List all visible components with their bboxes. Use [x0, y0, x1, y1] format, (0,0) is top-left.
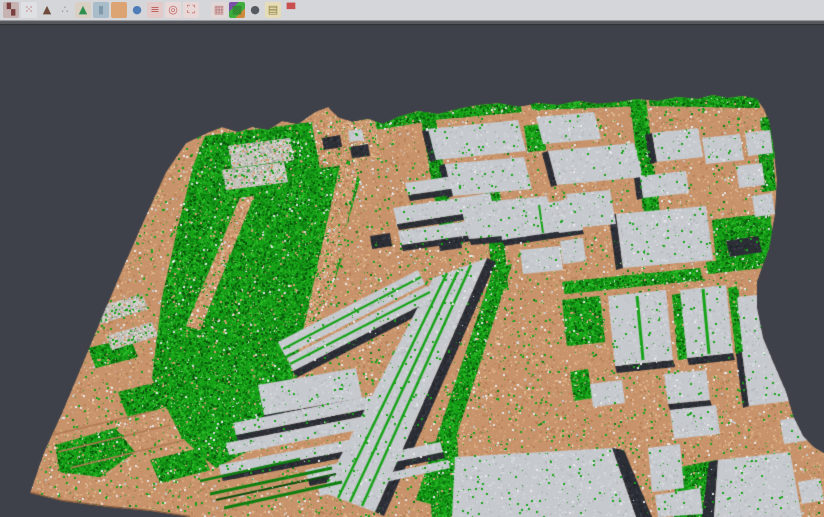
mountain-icon[interactable]: ▲ — [39, 2, 55, 18]
import-cloud-icon[interactable]: ▚ — [3, 2, 19, 18]
sphere-icon-glyph: ● — [247, 2, 263, 18]
measure-icon-glyph: ▤ — [265, 2, 281, 18]
globe-icon[interactable]: ● — [129, 2, 145, 18]
ortho-image-icon-glyph — [111, 2, 127, 18]
classification-icon[interactable]: ▩ — [229, 2, 245, 18]
target-icon[interactable]: ◎ — [165, 2, 181, 18]
toolbar-shadow-divider — [0, 22, 824, 24]
flag-icon-glyph: ▀ — [283, 2, 299, 18]
select-region-icon-glyph: ⛶ — [183, 2, 199, 18]
mountain-icon-glyph: ▲ — [39, 2, 55, 18]
grid-select-icon-glyph: ▦ — [211, 2, 227, 18]
panel-icon[interactable]: ▮ — [93, 2, 109, 18]
toolbar: ▚⁙▲∴▲▮●≡◎⛶▦▩●▤▀ — [0, 0, 824, 21]
ortho-image-icon[interactable] — [111, 2, 127, 18]
target-icon-glyph: ◎ — [165, 2, 181, 18]
panel-icon-glyph: ▮ — [93, 2, 109, 18]
flag-icon[interactable]: ▀ — [283, 2, 299, 18]
terrain-model-icon[interactable]: ▲ — [75, 2, 91, 18]
grid-select-icon[interactable]: ▦ — [211, 2, 227, 18]
measure-icon[interactable]: ▤ — [265, 2, 281, 18]
select-region-icon[interactable]: ⛶ — [183, 2, 199, 18]
application-window: ▚⁙▲∴▲▮●≡◎⛶▦▩●▤▀ — [0, 0, 824, 517]
profile-list-icon[interactable]: ≡ — [147, 2, 163, 18]
points-small-icon-glyph: ∴ — [57, 2, 73, 18]
classification-icon-glyph: ▩ — [229, 2, 245, 18]
import-cloud-icon-glyph: ▚ — [3, 2, 19, 18]
profile-list-icon-glyph: ≡ — [147, 2, 163, 18]
scatter-points-icon[interactable]: ⁙ — [21, 2, 37, 18]
sphere-icon[interactable]: ● — [247, 2, 263, 18]
viewport-3d-pointcloud[interactable] — [0, 0, 824, 517]
scatter-points-icon-glyph: ⁙ — [21, 2, 37, 18]
terrain-model-icon-glyph: ▲ — [75, 2, 91, 18]
globe-icon-glyph: ● — [129, 2, 145, 18]
points-small-icon[interactable]: ∴ — [57, 2, 73, 18]
